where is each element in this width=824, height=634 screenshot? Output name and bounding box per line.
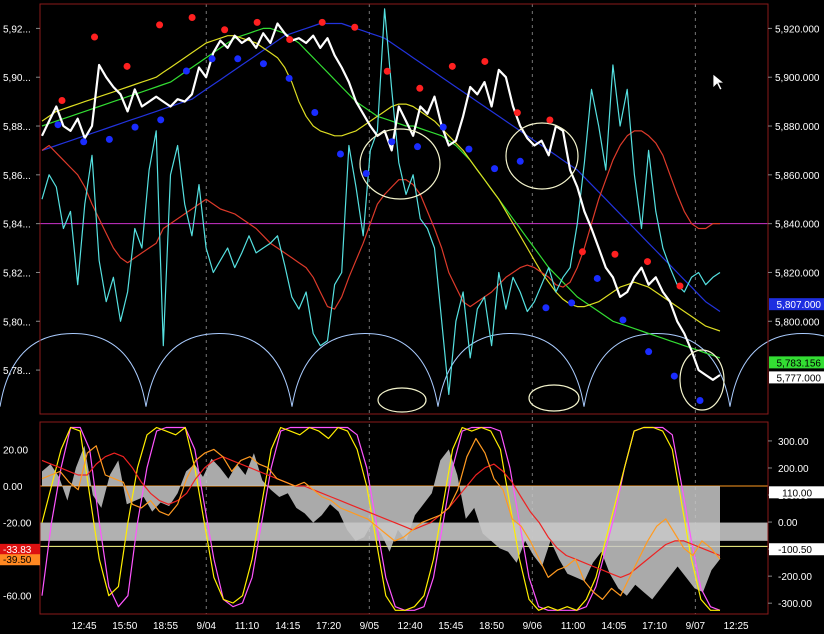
high-marker	[318, 18, 326, 26]
high-marker	[578, 248, 586, 256]
low-marker	[696, 396, 704, 404]
high-marker	[253, 18, 261, 26]
low-marker	[208, 55, 216, 63]
low-marker	[388, 138, 396, 146]
price-right-tick: 5,820.000	[775, 268, 820, 279]
time-tick-label: 9/06	[523, 621, 543, 632]
time-tick-label: 14:15	[275, 621, 300, 632]
high-marker	[91, 33, 99, 41]
oscillator-badge-label: -33.83	[3, 545, 32, 556]
high-marker	[58, 97, 66, 104]
oscillator-badge-label: -100.50	[778, 545, 812, 556]
oscillator-right-tick: -200.00	[778, 572, 812, 583]
price-left-tick: 5,84...	[3, 220, 31, 231]
oscillator-badge-label: -39.50	[3, 555, 32, 566]
time-tick-label: 14:05	[601, 621, 626, 632]
price-right-tick: 5,900.000	[775, 73, 820, 84]
time-tick-label: 15:50	[112, 621, 137, 632]
price-badge-label: 5,807.000	[777, 300, 822, 311]
time-tick-label: 11:10	[235, 621, 260, 632]
high-marker	[286, 35, 294, 43]
time-axis: 12:45 15:50 18:55 9/04 11:10 14:15 17:20 9/05 12…	[71, 621, 749, 632]
price-left-tick: 5,88...	[3, 122, 31, 133]
time-tick-label: 9/05	[360, 621, 380, 632]
low-marker	[465, 145, 473, 153]
price-badge-label: 5,777.000	[777, 373, 822, 384]
low-marker	[414, 143, 422, 151]
low-marker	[362, 170, 370, 178]
oscillator-left-tick: 0.00	[3, 482, 23, 493]
high-marker	[611, 250, 619, 258]
time-tick-label: 11:00	[561, 621, 586, 632]
low-marker	[259, 60, 267, 68]
time-tick-label: 18:50	[479, 621, 504, 632]
low-marker	[182, 67, 190, 75]
time-tick-label: 12:45	[71, 621, 96, 632]
high-marker	[188, 14, 196, 22]
oscillator-right-tick: 0.00	[778, 518, 798, 529]
time-tick-label: 9/04	[197, 621, 217, 632]
high-marker	[676, 282, 684, 290]
low-marker	[645, 348, 653, 356]
time-tick-label: 18:55	[153, 621, 178, 632]
oscillator-badge-label: 110.00	[782, 488, 812, 499]
high-marker	[643, 258, 651, 266]
high-marker	[351, 23, 359, 31]
low-marker	[542, 304, 550, 312]
low-marker	[105, 135, 113, 143]
low-marker	[593, 274, 601, 282]
time-tick-label: 15:45	[438, 621, 463, 632]
high-marker	[513, 109, 521, 117]
high-marker	[416, 84, 424, 92]
oscillator-right-tick: -300.00	[778, 599, 812, 610]
price-right-tick: 5,800.000	[775, 317, 820, 328]
high-marker	[123, 62, 131, 70]
oscillator-right-tick: 200.00	[778, 464, 809, 475]
oscillator-left-tick: -20.00	[3, 519, 32, 530]
low-marker	[670, 372, 678, 380]
high-marker	[448, 62, 456, 70]
low-marker	[54, 121, 62, 129]
high-marker	[481, 57, 489, 65]
low-marker	[336, 150, 344, 158]
low-marker	[80, 138, 88, 146]
high-marker	[546, 116, 554, 124]
time-tick-label: 17:10	[642, 621, 667, 632]
low-marker	[311, 109, 319, 116]
price-right-tick: 5,880.000	[775, 122, 820, 133]
low-marker	[234, 55, 242, 63]
high-marker	[156, 21, 164, 29]
low-marker	[157, 116, 165, 124]
price-left-tick: 5,90...	[3, 73, 31, 84]
price-right-tick: 5,860.000	[775, 171, 820, 182]
low-marker	[568, 299, 576, 307]
oscillator-right-tick: 300.00	[778, 437, 809, 448]
time-tick-label: 12:40	[398, 621, 423, 632]
time-tick-label: 12:25	[724, 621, 749, 632]
low-marker	[516, 157, 524, 165]
price-right-tick: 5,920.000	[775, 24, 820, 35]
price-left-tick: 5,80...	[3, 317, 31, 328]
high-marker	[383, 67, 391, 75]
time-tick-label: 9/07	[686, 621, 706, 632]
low-marker	[285, 74, 293, 82]
price-left-tick: 5,86...	[3, 171, 31, 182]
high-marker	[221, 26, 229, 34]
low-marker	[619, 316, 627, 324]
time-tick-label: 17:20	[316, 621, 341, 632]
low-marker	[491, 165, 499, 173]
chart-canvas[interactable]: 5,92... 5,90... 5,88... 5,86... 5,84... 5,82.…	[0, 0, 824, 634]
price-left-tick: 5,78...	[3, 366, 31, 377]
low-marker	[131, 123, 139, 131]
oscillator-left-tick: 20.00	[3, 445, 28, 456]
price-left-tick: 5,82...	[3, 268, 31, 279]
oscillator-left-tick: -60.00	[3, 592, 32, 603]
price-badge-label: 5,783.156	[777, 358, 822, 369]
low-marker	[439, 123, 447, 131]
price-left-tick: 5,92...	[3, 24, 31, 35]
price-right-tick: 5,840.000	[775, 220, 820, 231]
